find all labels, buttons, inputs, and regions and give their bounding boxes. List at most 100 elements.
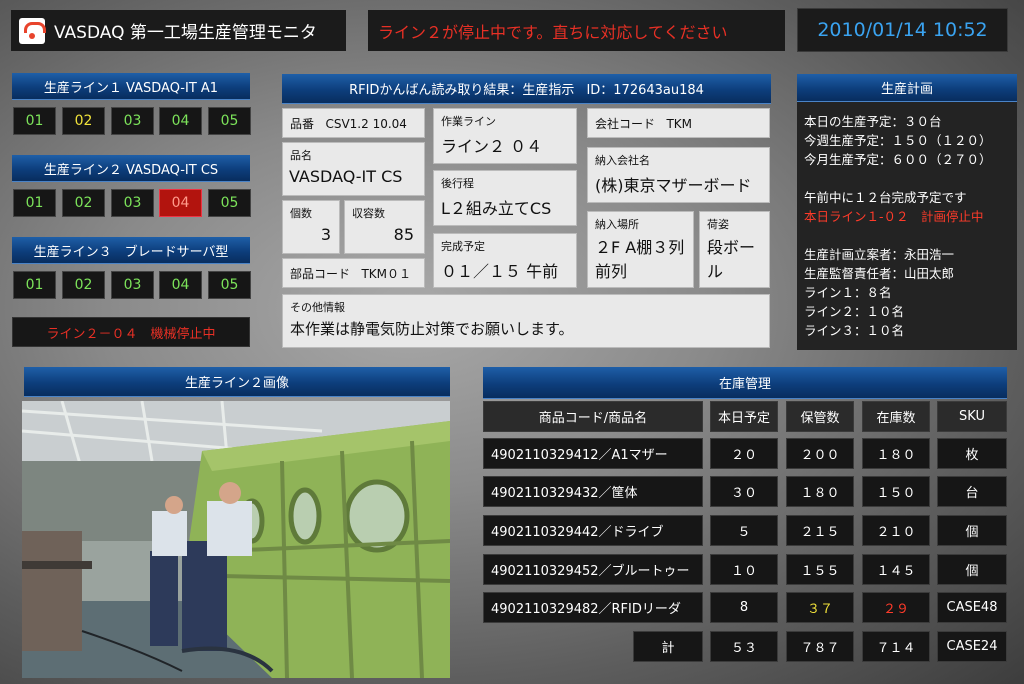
work-line-label: 作業ライン (441, 115, 496, 128)
table-cell-sku: 枚 (937, 438, 1007, 469)
line-2-station-05[interactable]: 05 (208, 189, 251, 217)
line-3-station-03[interactable]: 03 (111, 271, 154, 299)
delivery-company-value: (株)東京マザーボード (595, 176, 752, 195)
company-code-value: TKM (666, 117, 693, 131)
table-cell-stored: １８０ (786, 476, 854, 507)
plan-line: 生産監督責任者：山田太郎 (804, 266, 955, 281)
table-cell-stock: １５０ (862, 476, 930, 507)
line-3-station-04[interactable]: 04 (159, 271, 202, 299)
quantity-label: 個数 (290, 207, 312, 220)
production-line-1-header: 生産ライン１ VASDAQ-IT A1 (12, 73, 250, 100)
completion-card: 完成予定 ０１／１５ 午前 (433, 233, 577, 288)
line-2-station-03[interactable]: 03 (111, 189, 154, 217)
total-label: 計 (633, 631, 703, 662)
line-1-station-04[interactable]: 04 (159, 107, 202, 135)
next-process-value: L２組み立てCS (441, 199, 552, 218)
inventory-title: 在庫管理 (718, 377, 771, 392)
sku-col-header[interactable]: SKU (937, 401, 1007, 432)
product-col-header[interactable]: 商品コード/商品名 (483, 401, 703, 432)
table-cell-stock: １４５ (862, 554, 930, 585)
capacity-card: 収容数 85 (344, 200, 425, 254)
line-1-station-01[interactable]: 01 (13, 107, 56, 135)
company-code-label: 会社コード (595, 117, 656, 131)
stock-col-header[interactable]: 在庫数 (862, 401, 930, 432)
table-cell-today: ２０ (710, 438, 778, 469)
line-3-station-05[interactable]: 05 (208, 271, 251, 299)
packing-value-1: 段ボー (707, 238, 756, 257)
table-cell-stored: ２１５ (786, 515, 854, 546)
app-title: VASDAQ 第一工場生産管理モニタ (54, 23, 317, 43)
capacity-label: 収容数 (352, 207, 385, 220)
table-cell-stored: １５５ (786, 554, 854, 585)
production-line-2-title: 生産ライン２ VASDAQ-IT CS (43, 162, 219, 178)
global-alert-banner: ライン２が停止中です。直ちに対応してください (368, 10, 785, 51)
table-cell-stored: ３７ (786, 592, 854, 623)
table-cell-sku: 個 (937, 515, 1007, 546)
plan-line: 本日ライン１-０２ 計画停止中 (804, 209, 984, 224)
table-cell-today: ５ (710, 515, 778, 546)
table-row-product[interactable]: 4902110329432／筐体 (483, 476, 703, 507)
completion-label: 完成予定 (441, 240, 485, 253)
plan-line (804, 226, 1010, 245)
part-number-card: 品番 CSV1.2 10.04 (282, 108, 425, 138)
quantity-value: 3 (320, 225, 331, 244)
plan-line: 今週生産予定：１５０（１２０） (804, 133, 992, 148)
plan-line: ライン３：１０名 (804, 323, 905, 338)
table-cell-sku: 個 (937, 554, 1007, 585)
rfid-panel-header: RFIDかんばん読み取り結果： 生産指示 ID：172643au184 (282, 74, 771, 104)
line-1-station-03[interactable]: 03 (111, 107, 154, 135)
datetime-display: 2010/01/14 10:52 (797, 8, 1008, 52)
global-alert-text: ライン２が停止中です。直ちに対応してください (378, 22, 728, 42)
image-panel-header: 生産ライン２画像 (24, 367, 450, 397)
product-name-label: 品名 (290, 149, 312, 162)
part-number-label: 品番 (290, 117, 315, 131)
delivery-place-value-1: ２F A棚３列 (595, 238, 685, 257)
table-row-product[interactable]: 4902110329412／A1マザー (483, 438, 703, 469)
table-cell-today: 8 (710, 592, 778, 623)
datetime-text: 2010/01/14 10:52 (817, 19, 988, 41)
line-2-station-01[interactable]: 01 (13, 189, 56, 217)
plan-panel-body: 本日の生産予定：３０台 今週生産予定：１５０（１２０） 今月生産予定：６００（２７０… (797, 102, 1017, 350)
line-2-station-04[interactable]: 04 (159, 189, 202, 217)
line-1-station-02[interactable]: 02 (62, 107, 105, 135)
stored-col-header[interactable]: 保管数 (786, 401, 854, 432)
app-title-bar: VASDAQ 第一工場生産管理モニタ (11, 10, 346, 51)
plan-line (804, 169, 1010, 188)
table-row-product[interactable]: 4902110329442／ドライブ (483, 515, 703, 546)
line-1-station-05[interactable]: 05 (208, 107, 251, 135)
delivery-place-label: 納入場所 (595, 218, 639, 231)
production-line-3-title: 生産ライン３ ブレードサーバ型 (33, 244, 229, 260)
parts-code-label: 部品コード (290, 267, 351, 281)
delivery-place-card: 納入場所 ２F A棚３列 前列 (587, 211, 694, 288)
line-2-station-02[interactable]: 02 (62, 189, 105, 217)
product-name-value: VASDAQ-IT CS (289, 167, 403, 186)
quantity-card: 個数 3 (282, 200, 340, 254)
table-cell-stock: ２１０ (862, 515, 930, 546)
total-today: ５３ (710, 631, 778, 662)
plan-title: 生産計画 (880, 82, 933, 97)
production-line-camera-image (22, 401, 450, 678)
plan-line: 午前中に１２台完成予定です (804, 190, 967, 205)
inventory-panel-header: 在庫管理 (483, 367, 1007, 399)
packing-card: 荷姿 段ボー ル (699, 211, 770, 288)
table-row-product[interactable]: 4902110329482／RFIDリーダ (483, 592, 703, 623)
factory-photo-icon (22, 401, 450, 678)
line-3-station-01[interactable]: 01 (13, 271, 56, 299)
table-cell-stock: １８０ (862, 438, 930, 469)
table-row-product[interactable]: 4902110329452／ブルートゥー (483, 554, 703, 585)
table-cell-sku: CASE48 (937, 592, 1007, 623)
other-info-value: 本作業は静電気防止対策でお願いします。 (290, 320, 574, 338)
production-line-3-header: 生産ライン３ ブレードサーバ型 (12, 237, 250, 264)
table-cell-today: １０ (710, 554, 778, 585)
other-info-label: その他情報 (290, 301, 345, 314)
total-stored: ７８７ (786, 631, 854, 662)
today-col-header[interactable]: 本日予定 (710, 401, 778, 432)
delivery-place-value-2: 前列 (595, 262, 628, 281)
parts-code-value: TKM０１ (361, 267, 412, 281)
packing-label: 荷姿 (707, 218, 729, 231)
total-sku: CASE24 (937, 631, 1007, 662)
line-alert-text: ライン２－０４ 機械停止中 (46, 326, 216, 342)
plan-panel-header: 生産計画 (797, 74, 1017, 102)
work-line-value: ライン２ ０４ (441, 137, 543, 156)
line-3-station-02[interactable]: 02 (62, 271, 105, 299)
